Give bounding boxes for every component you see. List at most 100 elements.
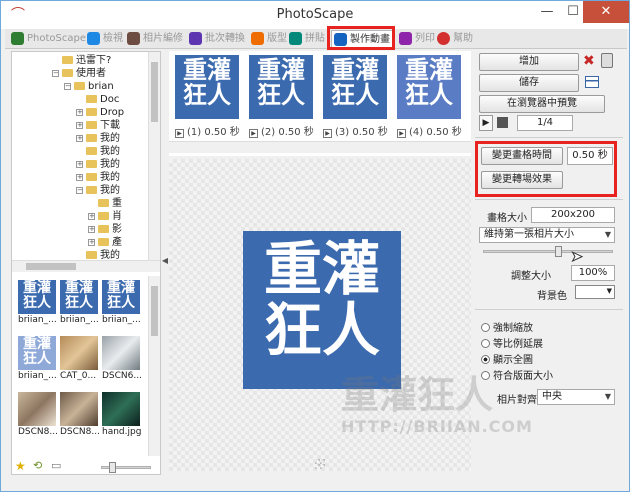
tree-vscrollbar[interactable]	[148, 52, 160, 260]
expand-toggle-icon[interactable]: +	[88, 226, 95, 233]
expand-toggle-icon[interactable]: −	[52, 70, 59, 77]
thumbnail-item[interactable]: hand.jpg	[102, 392, 144, 437]
expand-toggle-icon[interactable]: −	[76, 187, 83, 194]
folder-icon	[74, 82, 85, 90]
view-mode-icon[interactable]: ▭	[51, 459, 61, 472]
divider	[475, 137, 623, 138]
trash-icon[interactable]	[601, 53, 613, 68]
play-icon[interactable]: ▶	[479, 115, 493, 131]
watermark-url: HTTP://BRIIAN.COM	[341, 417, 533, 436]
thumbnail-item[interactable]: 重灌 狂人 briian_...	[60, 280, 102, 325]
bg-color-picker[interactable]: ▼	[575, 285, 615, 299]
tab-viewer[interactable]: 檢視	[85, 30, 125, 48]
radio-show-all[interactable]: 顯示全圖	[481, 351, 533, 366]
thumbnail-item[interactable]: DSCN6...	[102, 336, 144, 381]
expand-toggle-icon[interactable]: −	[64, 83, 71, 90]
save-options-icon[interactable]	[585, 76, 599, 88]
tree-item[interactable]: + 下載	[76, 119, 120, 132]
thumbnail-image: 重灌 狂人	[102, 280, 140, 314]
tab-editor[interactable]: 相片編修	[125, 30, 185, 48]
animation-frame[interactable]: 重灌 狂人	[175, 55, 239, 119]
expand-toggle-icon[interactable]: +	[88, 239, 95, 246]
size-mode-select[interactable]: 維持第一張相片大小 ▼	[479, 227, 615, 243]
frame-play-icon[interactable]: ▶	[397, 129, 406, 138]
thumbnail-item[interactable]: 重灌 狂人 briian_...	[18, 280, 60, 325]
expand-toggle-icon[interactable]: +	[76, 122, 83, 129]
thumb-vscroll-thumb[interactable]	[151, 286, 158, 336]
tree-item[interactable]: + 產	[88, 236, 122, 249]
thumbnail-item[interactable]: DSCN8...	[60, 392, 102, 437]
thumbnail-caption: DSCN8...	[60, 427, 100, 437]
thumbnail-item[interactable]: CAT_0...	[60, 336, 102, 381]
thumbnail-caption: briian_...	[18, 371, 57, 381]
tab-help[interactable]: 幫助	[435, 30, 475, 48]
save-button[interactable]: 儲存	[479, 74, 579, 92]
tree-item[interactable]: 我的	[76, 145, 120, 158]
tree-item[interactable]: + 我的	[76, 158, 120, 171]
animation-frame[interactable]: 重灌 狂人	[249, 55, 313, 119]
frame-strip-scrollbar[interactable]	[169, 141, 471, 153]
size-slider[interactable]	[483, 250, 613, 253]
tree-item[interactable]: + 我的	[76, 171, 120, 184]
thumbnail-item[interactable]: 重灌 狂人 briian_...	[102, 280, 144, 325]
tab-page[interactable]: 版型	[249, 30, 289, 48]
radio-force-scale[interactable]: 強制縮放	[481, 319, 533, 334]
tree-item[interactable]: 迅雷下?	[52, 54, 111, 67]
thumbnail-item[interactable]: DSCN8...	[18, 392, 60, 437]
folder-icon	[86, 95, 97, 103]
tree-item[interactable]: Doc	[76, 93, 119, 106]
tab-print[interactable]: 列印	[397, 30, 437, 48]
remove-x-icon[interactable]: ✖	[583, 53, 595, 69]
tab-batch[interactable]: 批次轉換	[187, 30, 247, 48]
minimize-button[interactable]: —	[533, 1, 561, 23]
tree-item-label: 我的	[100, 172, 120, 183]
thumbnail-image	[18, 392, 56, 426]
dropdown-arrow-icon: ▼	[606, 287, 612, 295]
animation-frame[interactable]: 重灌 狂人	[397, 55, 461, 119]
folder-tree[interactable]: 迅雷下? − 使用者 − brian Doc + Drop + 下載 + 我的 我的 + 我的 + 我的 − 我的重…	[12, 52, 160, 260]
stop-icon[interactable]	[497, 117, 508, 128]
expand-toggle-icon[interactable]: +	[76, 174, 83, 181]
favorite-star-icon[interactable]: ★	[15, 459, 26, 473]
tree-hscrollbar[interactable]	[12, 260, 160, 272]
tab-combine[interactable]: 拼貼	[287, 30, 327, 48]
preview-in-browser-button[interactable]: 在瀏覽器中預覽	[479, 95, 605, 113]
tree-item[interactable]: + 我的	[76, 132, 120, 145]
frame-play-icon[interactable]: ▶	[175, 129, 184, 138]
expand-toggle-icon[interactable]: +	[76, 161, 83, 168]
tree-item[interactable]: 重	[88, 197, 122, 210]
tree-item[interactable]: − 我的	[76, 184, 120, 197]
thumbnail-image	[102, 336, 140, 370]
expand-toggle-icon[interactable]: +	[88, 213, 95, 220]
thumbnail-item[interactable]: 重灌 狂人 briian_...	[18, 336, 60, 381]
tree-item-label: brian	[88, 81, 114, 92]
animation-frame[interactable]: 重灌 狂人	[323, 55, 387, 119]
tab-photoscape[interactable]: PhotoScape	[9, 30, 88, 48]
logo-line-1: 重灌	[263, 235, 380, 303]
tab-label: 檢視	[103, 33, 123, 44]
tree-item[interactable]: − 使用者	[52, 67, 106, 80]
expand-toggle-icon[interactable]: +	[76, 109, 83, 116]
radio-label: 等比例延展	[493, 339, 543, 350]
frame-play-icon[interactable]: ▶	[249, 129, 258, 138]
radio-proportional[interactable]: 等比例延展	[481, 335, 543, 350]
tree-item[interactable]: 我的	[76, 249, 120, 260]
frame-play-icon[interactable]: ▶	[323, 129, 332, 138]
tree-vscroll-thumb[interactable]	[151, 62, 158, 122]
collapse-panel-arrow-icon[interactable]: ◀	[161, 251, 169, 271]
close-button[interactable]: ✕	[583, 1, 629, 23]
tree-item[interactable]: + 肖	[88, 210, 122, 223]
tree-item-label: 肖	[112, 211, 122, 222]
thumb-vscrollbar[interactable]	[148, 276, 160, 456]
rotate-icon[interactable]: ⟲	[33, 459, 42, 472]
tree-item[interactable]: − brian	[64, 80, 114, 93]
thumb-size-knob[interactable]	[109, 462, 116, 473]
expand-toggle-icon[interactable]: +	[76, 135, 83, 142]
tree-item[interactable]: + Drop	[76, 106, 124, 119]
size-slider-knob[interactable]	[555, 246, 562, 257]
folder-icon	[62, 69, 73, 77]
tree-item[interactable]: + 影	[88, 223, 122, 236]
resize-value[interactable]: 100%	[571, 265, 615, 281]
tree-hscroll-thumb[interactable]	[26, 263, 76, 270]
add-button[interactable]: 增加	[479, 53, 579, 71]
